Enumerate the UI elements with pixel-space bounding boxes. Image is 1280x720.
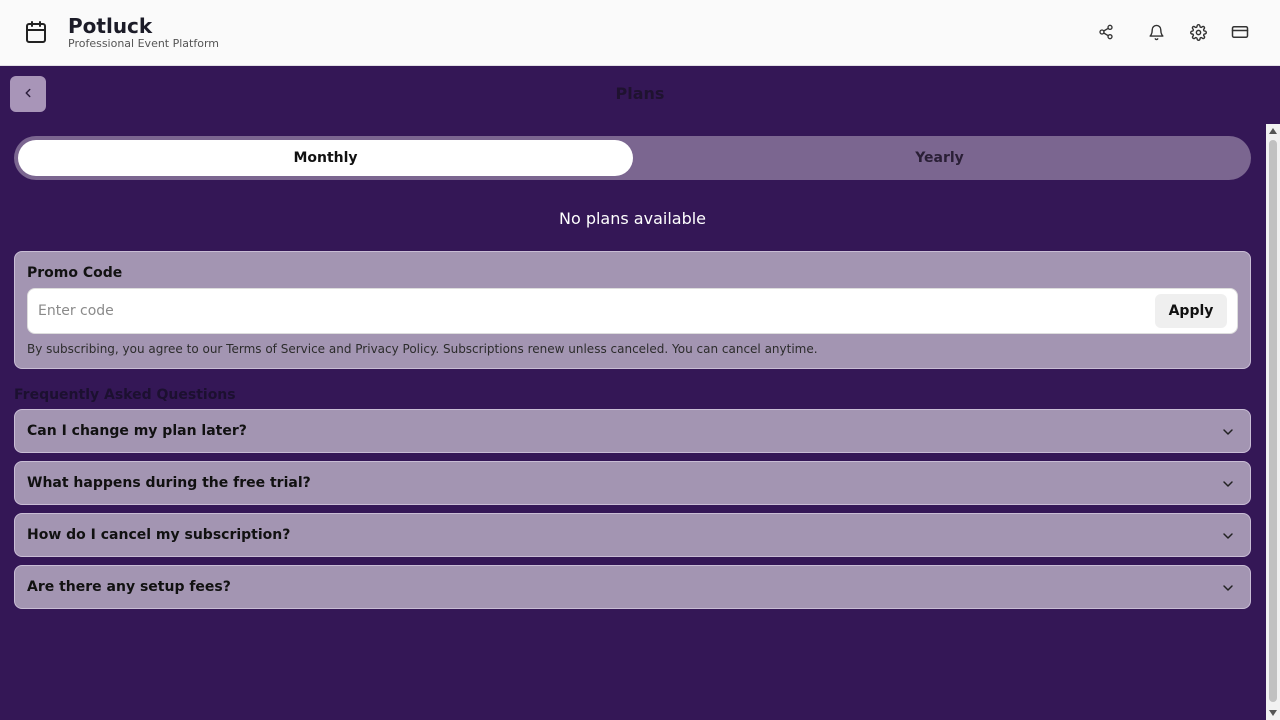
app-name: Potluck xyxy=(68,14,153,38)
faq-heading: Frequently Asked Questions xyxy=(14,387,236,403)
scrollbar-thumb[interactable] xyxy=(1269,140,1277,702)
billing-period-toggle: Monthly Yearly xyxy=(14,136,1251,180)
faq-item[interactable]: Are there any setup fees? xyxy=(14,565,1251,609)
toggle-yearly[interactable]: Yearly xyxy=(632,140,1247,176)
chevron-down-icon xyxy=(1220,476,1236,492)
no-plans-message: No plans available xyxy=(558,209,707,228)
faq-item[interactable]: How do I cancel my subscription? xyxy=(14,513,1251,557)
promo-input-wrapper: Apply xyxy=(27,288,1238,334)
faq-question: How do I cancel my subscription? xyxy=(27,527,291,543)
promo-code-input[interactable] xyxy=(28,289,1148,333)
page-title: Plans xyxy=(615,84,665,103)
chevron-down-icon xyxy=(1220,528,1236,544)
app-header: Potluck Professional Event Platform xyxy=(0,0,1280,66)
faq-question: Can I change my plan later? xyxy=(27,423,247,439)
chevron-down-icon xyxy=(1220,580,1236,596)
faq-item[interactable]: Can I change my plan later? xyxy=(14,409,1251,453)
share-icon[interactable] xyxy=(1096,22,1116,42)
app-subtitle: Professional Event Platform xyxy=(68,37,220,50)
toggle-monthly[interactable]: Monthly xyxy=(18,140,633,176)
faq-question: Are there any setup fees? xyxy=(27,579,231,595)
faq-question: What happens during the free trial? xyxy=(27,475,311,491)
vertical-scrollbar[interactable] xyxy=(1266,124,1280,720)
gear-icon[interactable] xyxy=(1188,22,1208,42)
subscription-terms: By subscribing, you agree to our Terms o… xyxy=(27,342,818,356)
promo-code-title: Promo Code xyxy=(27,265,123,281)
scroll-down-arrow-icon[interactable] xyxy=(1266,706,1280,720)
credit-card-icon[interactable] xyxy=(1230,22,1250,42)
bell-icon[interactable] xyxy=(1146,22,1166,42)
calendar-icon xyxy=(24,20,48,44)
scroll-up-arrow-icon[interactable] xyxy=(1266,124,1280,138)
faq-item[interactable]: What happens during the free trial? xyxy=(14,461,1251,505)
chevron-down-icon xyxy=(1220,424,1236,440)
promo-code-card: Promo Code Apply By subscribing, you agr… xyxy=(14,251,1251,369)
apply-button[interactable]: Apply xyxy=(1155,294,1227,328)
